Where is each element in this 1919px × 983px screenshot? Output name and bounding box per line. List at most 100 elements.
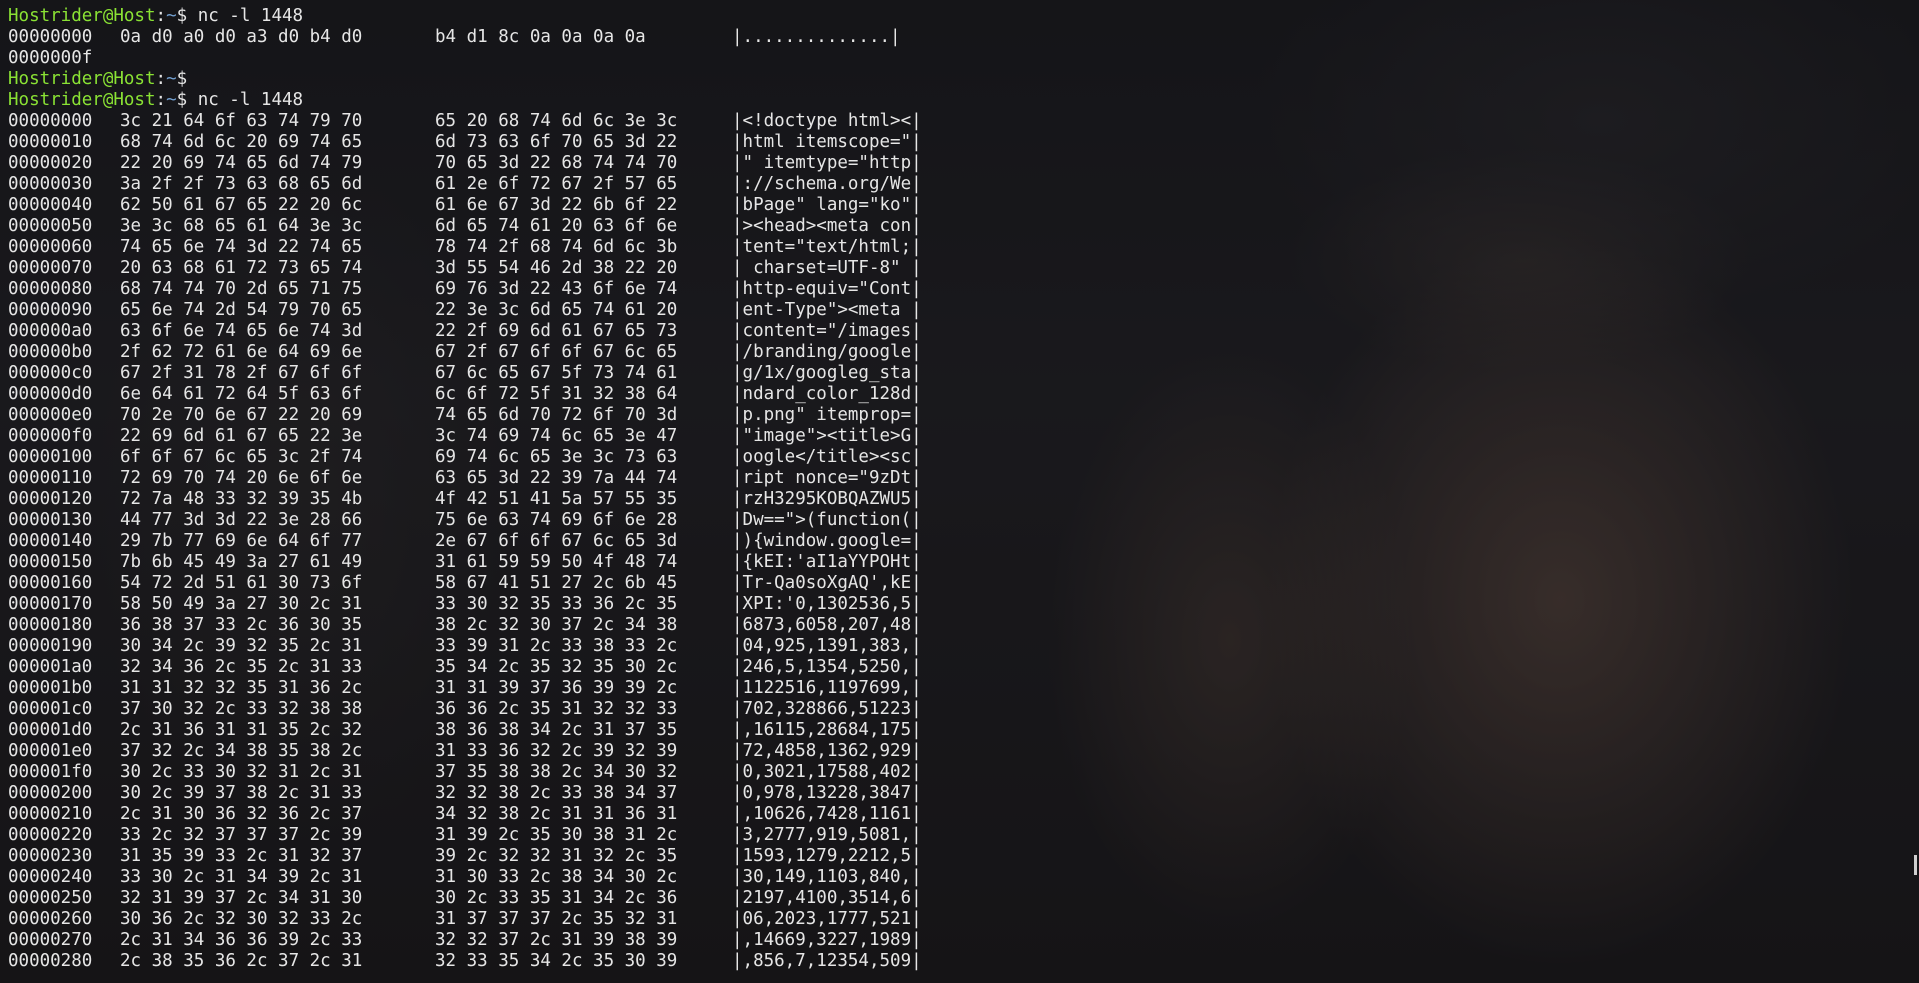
output-line: 0000000f <box>8 48 93 68</box>
hex-offset: 00000230 <box>8 846 93 866</box>
hexdump-row: 00000060 74 65 6e 74 3d 22 74 65 78 74 2f … <box>8 237 922 258</box>
hexdump-row: 00000160 54 72 2d 51 61 30 73 6f 58 67 41 … <box>8 573 922 594</box>
hex-offset: 000001c0 <box>8 699 93 719</box>
hexdump-row: 000001b0 31 31 32 32 35 31 36 2c 31 31 39 … <box>8 678 922 699</box>
hex-offset: 00000150 <box>8 552 93 572</box>
hex-offset: 000000b0 <box>8 342 93 362</box>
hex-bytes-group-1: 3a 2f 2f 73 63 68 65 6d <box>120 174 363 194</box>
hex-bytes-group-1: 32 31 39 37 2c 34 31 30 <box>120 888 363 908</box>
hexdump-row: 00000210 2c 31 30 36 32 36 2c 37 34 32 38 … <box>8 804 922 825</box>
prompt-symbol: $ <box>176 6 188 26</box>
hex-bytes-group-2: b4 d1 8c 0a 0a 0a 0a <box>435 27 646 47</box>
hexdump-row: 000000b0 2f 62 72 61 6e 64 69 6e 67 2f 67 … <box>8 342 922 363</box>
hex-ascii: |ript nonce="9zDt| <box>732 468 922 488</box>
prompt-user-host: Hostrider@Host <box>8 6 156 26</box>
hex-bytes-group-2: 32 32 38 2c 33 38 34 37 <box>435 783 678 803</box>
hex-offset: 00000120 <box>8 489 93 509</box>
hex-bytes-group-1: 20 63 68 61 72 73 65 74 <box>120 258 363 278</box>
hex-ascii: |702,328866,51223| <box>732 699 922 719</box>
hexdump-row: 00000240 33 30 2c 31 34 39 2c 31 31 30 33 … <box>8 867 922 888</box>
hex-offset: 000000d0 <box>8 384 93 404</box>
hex-offset: 00000160 <box>8 573 93 593</box>
hex-ascii: |30,149,1103,840,| <box>732 867 922 887</box>
hex-offset: 000001b0 <box>8 678 93 698</box>
hex-offset: 00000020 <box>8 153 93 173</box>
hexdump-row: 00000140 29 7b 77 69 6e 64 6f 77 2e 67 6f … <box>8 531 922 552</box>
hex-offset: 00000260 <box>8 909 93 929</box>
hex-offset: 00000030 <box>8 174 93 194</box>
hex-offset: 00000210 <box>8 804 93 824</box>
hex-bytes-group-2: 69 74 6c 65 3e 3c 73 63 <box>435 447 678 467</box>
hex-ascii: |oogle</title><sc| <box>732 447 922 467</box>
hex-ascii: |http-equiv="Cont| <box>732 279 922 299</box>
hexdump-row: 000001e0 37 32 2c 34 38 35 38 2c 31 33 36 … <box>8 741 922 762</box>
hex-bytes-group-1: 72 69 70 74 20 6e 6f 6e <box>120 468 363 488</box>
hex-bytes-group-2: 38 36 38 34 2c 31 37 35 <box>435 720 678 740</box>
prompt-line: Hostrider@Host:~$ <box>8 69 922 90</box>
hex-offset: 00000130 <box>8 510 93 530</box>
hex-offset: 000001a0 <box>8 657 93 677</box>
hexdump-row: 00000000 0a d0 a0 d0 a3 d0 b4 d0 b4 d1 8c … <box>8 27 922 48</box>
hex-bytes-group-1: 6e 64 61 72 64 5f 63 6f <box>120 384 363 404</box>
hex-offset: 00000180 <box>8 615 93 635</box>
hex-bytes-group-1: 33 2c 32 37 37 37 2c 39 <box>120 825 363 845</box>
hexdump-row: 000001c0 37 30 32 2c 33 32 38 38 36 36 2c … <box>8 699 922 720</box>
prompt-separator: : <box>155 69 167 89</box>
hexdump-row: 00000040 62 50 61 67 65 22 20 6c 61 6e 67 … <box>8 195 922 216</box>
hex-bytes-group-1: 72 7a 48 33 32 39 35 4b <box>120 489 363 509</box>
hexdump-row: 00000110 72 69 70 74 20 6e 6f 6e 63 65 3d … <box>8 468 922 489</box>
hex-bytes-group-1: 2f 62 72 61 6e 64 69 6e <box>120 342 363 362</box>
hexdump-row: 00000180 36 38 37 33 2c 36 30 35 38 2c 32 … <box>8 615 922 636</box>
hex-bytes-group-2: 67 2f 67 6f 6f 67 6c 65 <box>435 342 678 362</box>
hex-bytes-group-1: 63 6f 6e 74 65 6e 74 3d <box>120 321 363 341</box>
terminal-output: Hostrider@Host:~$ nc -l 1448 00000000 0a d… <box>8 6 922 972</box>
hex-bytes-group-2: 32 32 37 2c 31 39 38 39 <box>435 930 678 950</box>
hex-bytes-group-1: 58 50 49 3a 27 30 2c 31 <box>120 594 363 614</box>
hex-bytes-group-2: 3c 74 69 74 6c 65 3e 47 <box>435 426 678 446</box>
hex-bytes-group-1: 44 77 3d 3d 22 3e 28 66 <box>120 510 363 530</box>
hex-bytes-group-2: 4f 42 51 41 5a 57 55 35 <box>435 489 678 509</box>
scrollbar-thumb[interactable] <box>1914 855 1917 875</box>
hex-bytes-group-2: 61 6e 67 3d 22 6b 6f 22 <box>435 195 678 215</box>
hex-ascii: |p.png" itemprop=| <box>732 405 922 425</box>
hex-offset: 00000010 <box>8 132 93 152</box>
hex-bytes-group-2: 6d 73 63 6f 70 65 3d 22 <box>435 132 678 152</box>
command-text: nc -l 1448 <box>197 6 304 26</box>
hexdump-row: 000000f0 22 69 6d 61 67 65 22 3e 3c 74 69 … <box>8 426 922 447</box>
hex-offset: 000001d0 <box>8 720 93 740</box>
hex-bytes-group-1: 3e 3c 68 65 61 64 3e 3c <box>120 216 363 236</box>
hex-bytes-group-2: 78 74 2f 68 74 6d 6c 3b <box>435 237 678 257</box>
hex-bytes-group-2: 33 39 31 2c 33 38 33 2c <box>435 636 678 656</box>
hex-ascii: |246,5,1354,5250,| <box>732 657 922 677</box>
hex-bytes-group-2: 3d 55 54 46 2d 38 22 20 <box>435 258 678 278</box>
hex-offset: 00000280 <box>8 951 93 971</box>
hex-offset: 000000f0 <box>8 426 93 446</box>
terminal-window[interactable]: Hostrider@Host:~$ nc -l 1448 00000000 0a d… <box>0 0 1919 983</box>
hexdump-row: 00000000 3c 21 64 6f 63 74 79 70 65 20 68 … <box>8 111 922 132</box>
hex-ascii: |/branding/google| <box>732 342 922 362</box>
hexdump-row: 00000260 30 36 2c 32 30 32 33 2c 31 37 37 … <box>8 909 922 930</box>
hex-ascii: |ent-Type"><meta | <box>732 300 922 320</box>
hex-offset: 00000050 <box>8 216 93 236</box>
hex-bytes-group-1: 22 69 6d 61 67 65 22 3e <box>120 426 363 446</box>
prompt-user-host: Hostrider@Host <box>8 69 156 89</box>
hex-ascii: |,16115,28684,175| <box>732 720 922 740</box>
hex-ascii: |rzH3295KOBQAZWU5| <box>732 489 922 509</box>
hex-bytes-group-2: 61 2e 6f 72 67 2f 57 65 <box>435 174 678 194</box>
hex-offset: 00000080 <box>8 279 93 299</box>
hex-ascii: |Tr-Qa0soXgAQ',kE| <box>732 573 922 593</box>
hex-offset: 00000090 <box>8 300 93 320</box>
hex-offset: 00000270 <box>8 930 93 950</box>
hex-bytes-group-1: 32 34 36 2c 35 2c 31 33 <box>120 657 363 677</box>
hex-ascii: |){window.google=| <box>732 531 922 551</box>
hex-ascii: |0,978,13228,3847| <box>732 783 922 803</box>
hexdump-row: 00000250 32 31 39 37 2c 34 31 30 30 2c 33 … <box>8 888 922 909</box>
prompt-symbol: $ <box>176 69 188 89</box>
hexdump-row: 000000a0 63 6f 6e 74 65 6e 74 3d 22 2f 69 … <box>8 321 922 342</box>
hex-ascii: |" itemtype="http| <box>732 153 922 173</box>
prompt-separator: : <box>155 90 167 110</box>
hex-bytes-group-2: 58 67 41 51 27 2c 6b 45 <box>435 573 678 593</box>
hex-bytes-group-2: 39 2c 32 32 31 32 2c 35 <box>435 846 678 866</box>
hex-bytes-group-2: 75 6e 63 74 69 6f 6e 28 <box>435 510 678 530</box>
hex-bytes-group-1: 65 6e 74 2d 54 79 70 65 <box>120 300 363 320</box>
